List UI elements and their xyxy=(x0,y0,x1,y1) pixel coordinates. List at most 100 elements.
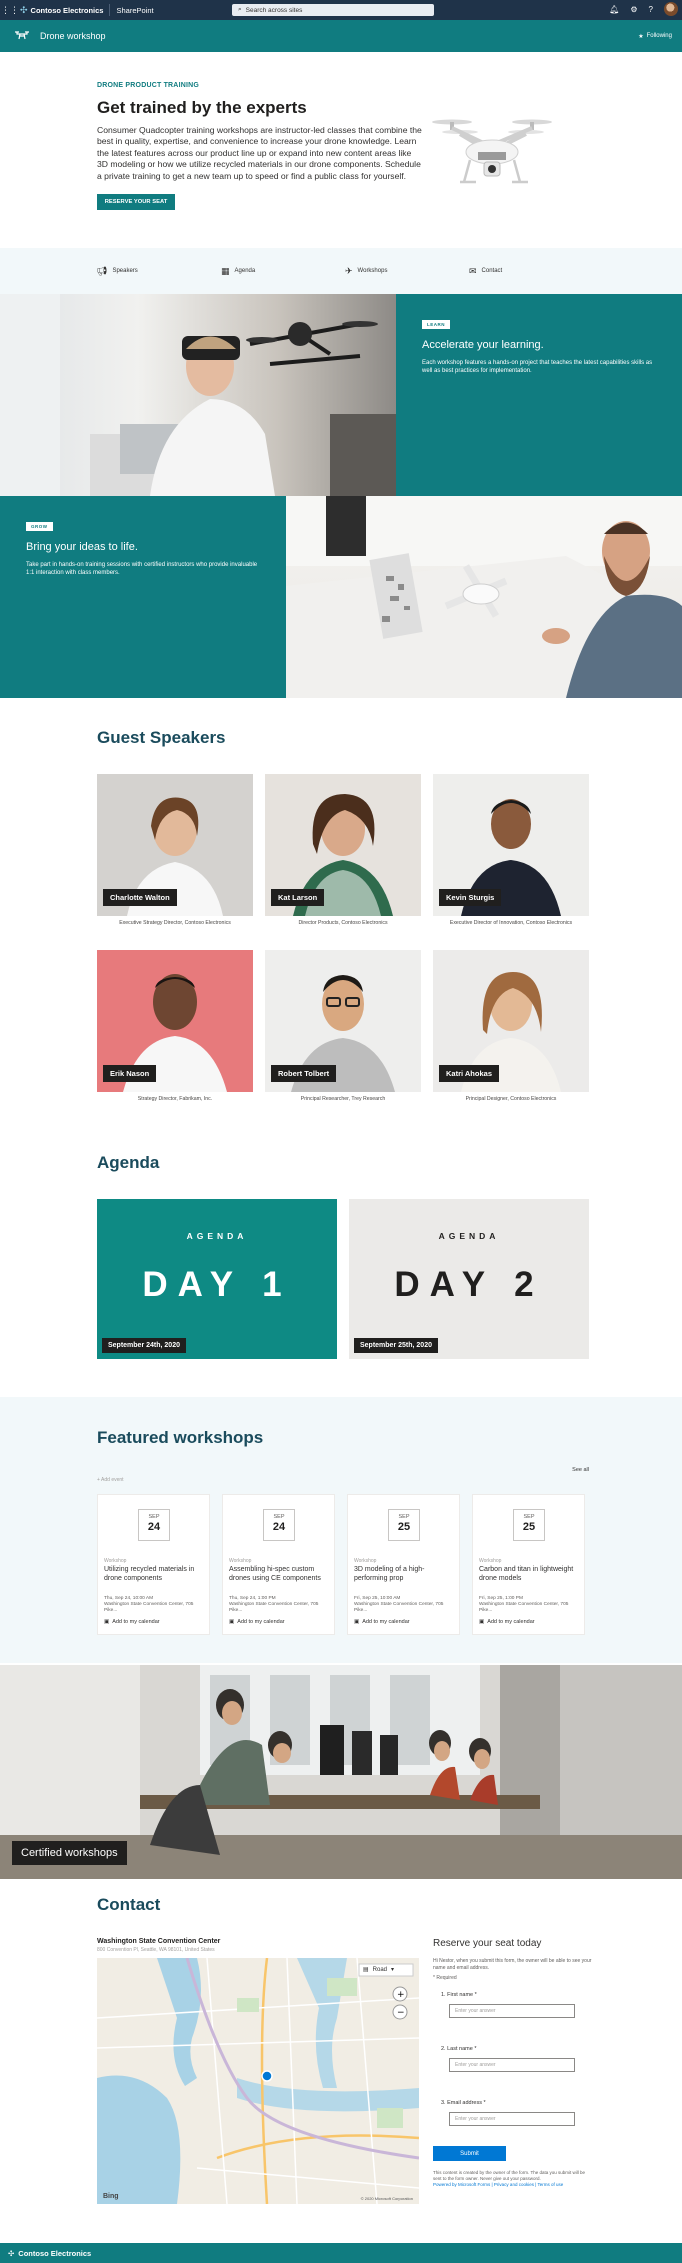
grow-panel: GROW Bring your ideas to life. Take part… xyxy=(0,496,286,698)
megaphone-icon: 📢︎ xyxy=(96,265,108,276)
event-day: 25 xyxy=(522,1521,536,1533)
speaker-card[interactable]: Robert Tolbert Principal Researcher, Tre… xyxy=(265,950,421,1102)
app-name[interactable]: SharePoint xyxy=(110,6,153,15)
event-category: Workshop xyxy=(104,1558,127,1564)
speaker-role: Principal Researcher, Trey Research xyxy=(300,1096,386,1102)
event-month: SEP xyxy=(273,1514,285,1520)
map-mode-select[interactable]: ▤ Road ▾ xyxy=(359,1966,413,1974)
event-day: 24 xyxy=(272,1521,286,1533)
speaker-card[interactable]: Kat Larson Director Products, Contoso El… xyxy=(265,774,421,926)
quick-link-workshops[interactable]: ✈︎ Workshops xyxy=(345,266,387,277)
workbench-photo xyxy=(286,496,682,698)
event-title: Carbon and titan in lightweight drone mo… xyxy=(479,1566,574,1582)
first-name-field[interactable]: Enter your answer xyxy=(449,2004,575,2018)
gear-icon[interactable]: ⚙ xyxy=(630,5,637,14)
waffle-icon[interactable]: ⋮⋮ xyxy=(0,0,20,20)
site-title[interactable]: Drone workshop xyxy=(40,31,106,41)
speaker-card[interactable]: Kevin Sturgis Executive Director of Inno… xyxy=(433,774,589,926)
submit-button[interactable]: Submit xyxy=(433,2146,506,2161)
avatar[interactable] xyxy=(664,2,678,16)
quick-link-label: Workshops xyxy=(357,268,388,274)
grow-text: Take part in hands-on training sessions … xyxy=(26,562,258,576)
event-time: Fri, Sep 25, 1:00 PM Washington State Con… xyxy=(479,1596,583,1614)
contoso-logo-icon: ✣ xyxy=(8,2248,15,2258)
footer-brand[interactable]: Contoso Electronics xyxy=(18,2249,91,2258)
last-name-field[interactable]: Enter your answer xyxy=(449,2058,575,2072)
add-to-calendar-link[interactable]: ▣ Add to my calendar xyxy=(104,1619,160,1625)
learn-panel: LEARN Accelerate your learning. Each wor… xyxy=(396,294,682,496)
add-to-calendar-link[interactable]: ▣ Add to my calendar xyxy=(229,1619,285,1625)
map-layers-icon: ▤ xyxy=(363,1967,369,1973)
reservation-form: Reserve your seat today Hi Nestor, when … xyxy=(433,1938,593,2187)
email-field[interactable]: Enter your answer xyxy=(449,2112,575,2126)
agenda-day: DAY 1 xyxy=(142,1265,292,1304)
event-location: Washington State Convention Center, 705 … xyxy=(479,1602,569,1613)
speaker-name: Erik Nason xyxy=(103,1065,157,1082)
agenda-date: September 25th, 2020 xyxy=(354,1338,438,1353)
speaker-card[interactable]: Erik Nason Strategy Director, Fabrikam, … xyxy=(97,950,253,1102)
workshop-card[interactable]: SEP 24 Workshop Assembling hi-spec custo… xyxy=(222,1494,335,1635)
agenda-day: DAY 2 xyxy=(394,1265,544,1304)
hero-title: Get trained by the experts xyxy=(97,98,307,117)
speaker-card[interactable]: Katri Ahokas Principal Designer, Contoso… xyxy=(433,950,589,1102)
feature-learn: LEARN Accelerate your learning. Each wor… xyxy=(0,294,682,496)
quick-link-agenda[interactable]: ▦ Agenda xyxy=(221,266,255,277)
workshop-card[interactable]: SEP 25 Workshop 3D modeling of a high-pe… xyxy=(347,1494,460,1635)
event-day: 25 xyxy=(397,1521,411,1533)
svg-text:−: − xyxy=(397,2008,405,2018)
add-to-calendar-link[interactable]: ▣ Add to my calendar xyxy=(479,1619,535,1625)
speaker-name: Charlotte Walton xyxy=(103,889,177,906)
event-title: 3D modeling of a high-performing prop xyxy=(354,1566,425,1582)
learn-title: Accelerate your learning. xyxy=(422,339,544,351)
quick-link-label: Speakers xyxy=(112,268,138,274)
add-event-button[interactable]: + Add event xyxy=(97,1477,124,1483)
event-date-box: SEP 24 xyxy=(138,1509,170,1541)
speaker-card[interactable]: Charlotte Walton Executive Strategy Dire… xyxy=(97,774,253,926)
location-map[interactable]: + − ▤ Road ▾ Bing © 2020 Microsoft Corpo… xyxy=(97,1958,419,2204)
svg-text:+: + xyxy=(397,1990,405,2000)
speaker-role: Executive Director of Innovation, Contos… xyxy=(449,920,573,926)
site-footer: ✣ Contoso Electronics xyxy=(0,2243,682,2263)
agenda-day1-card[interactable]: AGENDA DAY 1 September 24th, 2020 xyxy=(97,1199,337,1359)
quick-link-speakers[interactable]: 📢︎ Speakers xyxy=(96,266,138,277)
drone-image xyxy=(432,119,552,184)
certified-workshops-label[interactable]: Certified workshops xyxy=(12,1841,127,1865)
add-to-calendar-label: Add to my calendar xyxy=(112,1619,160,1625)
form-footer-links[interactable]: Powered by Microsoft Forms | Privacy and… xyxy=(433,2182,593,2188)
event-month: SEP xyxy=(148,1514,160,1520)
quick-link-label: Contact xyxy=(481,268,503,274)
event-location: Washington State Convention Center, 705 … xyxy=(229,1602,319,1613)
add-to-calendar-link[interactable]: ▣ Add to my calendar xyxy=(354,1619,410,1625)
suite-bar: ⋮⋮ ✣ Contoso Electronics SharePoint ⌕ Se… xyxy=(0,0,682,20)
speaker-name: Kevin Sturgis xyxy=(439,889,502,906)
workshop-card[interactable]: SEP 25 Workshop Carbon and titan in ligh… xyxy=(472,1494,585,1635)
workshop-card[interactable]: SEP 24 Workshop Utilizing recycled mater… xyxy=(97,1494,210,1635)
add-to-calendar-label: Add to my calendar xyxy=(362,1619,410,1625)
hero: DRONE PRODUCT TRAINING Get trained by th… xyxy=(0,52,682,248)
event-day: 24 xyxy=(147,1521,161,1533)
speaker-photo: Charlotte Walton xyxy=(97,774,253,916)
site-logo-icon[interactable] xyxy=(14,30,30,43)
form-intro: Hi Nestor, when you submit this form, th… xyxy=(433,1958,592,1971)
help-icon[interactable]: ? xyxy=(649,5,653,14)
see-all-link[interactable]: See all xyxy=(572,1467,589,1473)
event-time: Thu, Sep 24, 1:00 PM Washington State Con… xyxy=(229,1596,333,1614)
event-date-box: SEP 24 xyxy=(263,1509,295,1541)
quick-link-contact[interactable]: ✉ Contact xyxy=(469,266,502,277)
calendar-add-icon: ▣ xyxy=(104,1619,110,1625)
speaker-photo: Kat Larson xyxy=(265,774,421,916)
reserve-seat-button[interactable]: RESERVE YOUR SEAT xyxy=(97,194,175,210)
contoso-logo-icon: ✣ xyxy=(20,4,28,15)
add-to-calendar-label: Add to my calendar xyxy=(487,1619,535,1625)
follow-button[interactable]: ★ Following xyxy=(638,33,672,40)
brand[interactable]: ✣ Contoso Electronics xyxy=(20,4,111,16)
agenda-day2-card[interactable]: AGENDA DAY 2 September 25th, 2020 xyxy=(349,1199,589,1359)
speaker-photo: Robert Tolbert xyxy=(265,950,421,1092)
event-time: Thu, Sep 24, 10:00 AM Washington State Co… xyxy=(104,1596,208,1614)
bell-icon[interactable]: 🔔︎ xyxy=(609,5,619,14)
event-month: SEP xyxy=(523,1514,535,1520)
workshops-title: Featured workshops xyxy=(97,1428,264,1447)
search-input[interactable]: ⌕ Search across sites xyxy=(232,4,434,16)
hero-eyebrow: DRONE PRODUCT TRAINING xyxy=(97,82,200,89)
calendar-add-icon: ▣ xyxy=(229,1619,235,1625)
